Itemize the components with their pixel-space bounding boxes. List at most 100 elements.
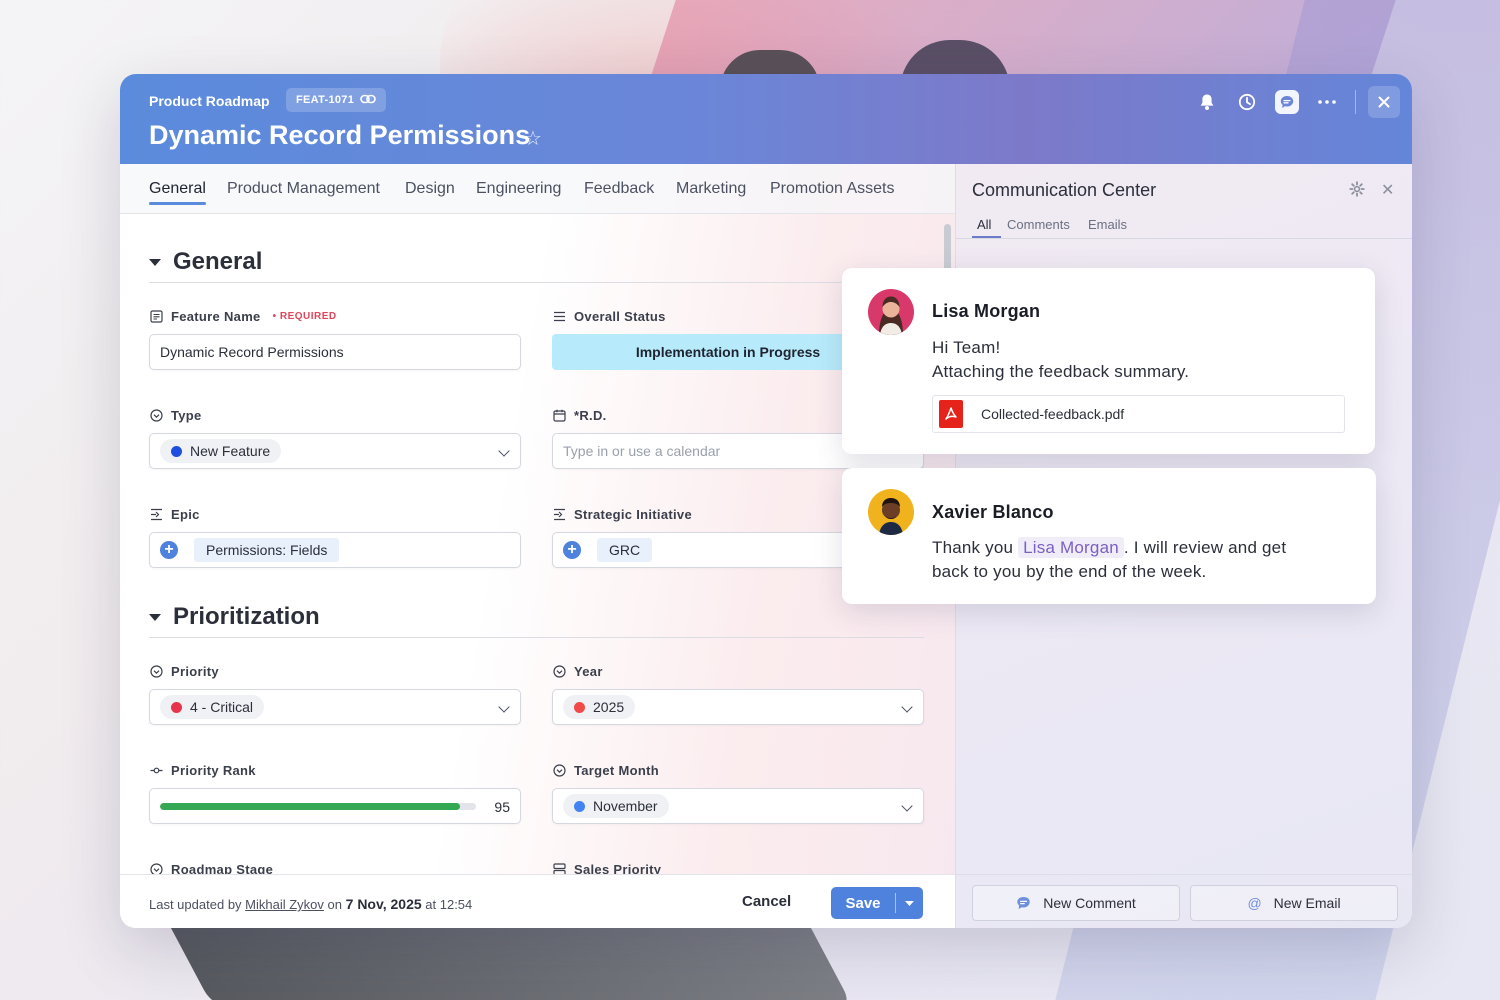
chevron-down-icon <box>498 701 510 713</box>
epic-tag[interactable]: Permissions: Fields <box>194 538 340 562</box>
history-icon[interactable] <box>1227 86 1267 118</box>
tab-product-management[interactable]: Product Management <box>227 180 380 198</box>
section-divider <box>149 637 924 638</box>
section-general-title: General <box>173 248 263 275</box>
message-text: Hi Team! Attaching the feedback summary. <box>932 338 1190 381</box>
bell-icon[interactable] <box>1187 86 1227 118</box>
record-key-badge[interactable]: FEAT-1071 <box>286 88 387 112</box>
initiative-tag[interactable]: GRC <box>597 538 653 562</box>
priority-rank-fill <box>160 803 461 810</box>
tab-marketing[interactable]: Marketing <box>676 180 746 198</box>
tab-emails[interactable]: Emails <box>1088 217 1127 232</box>
relation-icon <box>554 508 565 521</box>
more-icon[interactable] <box>1307 86 1347 118</box>
dropdown-field-icon <box>553 665 566 678</box>
communication-tabs: All Comments Emails <box>956 214 1412 239</box>
target-month-chip: November <box>563 794 669 818</box>
calendar-icon <box>553 409 566 422</box>
epic-field[interactable]: + Permissions: Fields <box>149 532 521 568</box>
attachment-filename: Collected-feedback.pdf <box>981 406 1125 422</box>
comment-icon <box>1017 897 1030 909</box>
text-field-icon <box>150 310 163 323</box>
tab-design[interactable]: Design <box>405 180 455 198</box>
tab-engineering[interactable]: Engineering <box>476 180 561 198</box>
dropdown-field-icon <box>150 409 163 422</box>
message-text: Thank you Lisa Morgan. I will review and… <box>932 537 1287 581</box>
list-icon <box>554 311 565 322</box>
year-color-dot <box>574 701 585 713</box>
attachment[interactable]: Collected-feedback.pdf <box>932 395 1345 433</box>
dropdown-field-icon <box>553 764 566 777</box>
avatar[interactable] <box>868 289 914 335</box>
priority-color-dot <box>171 701 182 713</box>
close-panel-icon[interactable]: ✕ <box>1381 180 1394 200</box>
priority-rank-field[interactable]: 95 <box>149 788 521 824</box>
record-tabs: General Product Management Design Engine… <box>120 164 955 214</box>
caret-down-icon <box>149 258 161 266</box>
priority-label: Priority <box>150 664 219 679</box>
add-initiative-icon[interactable]: + <box>563 541 581 559</box>
type-select[interactable]: New Feature <box>149 433 521 469</box>
breadcrumb[interactable]: Product Roadmap <box>149 93 270 109</box>
new-comment-button[interactable]: New Comment <box>972 885 1180 921</box>
tab-comments[interactable]: Comments <box>1007 217 1070 232</box>
priority-select[interactable]: 4 - Critical <box>149 689 521 725</box>
priority-rank-label: Priority Rank <box>150 763 256 778</box>
form-scrollbar[interactable] <box>944 224 951 274</box>
add-epic-icon[interactable]: + <box>160 541 178 559</box>
section-prioritization-header[interactable]: Prioritization <box>149 603 320 631</box>
section-prioritization-title: Prioritization <box>173 603 320 630</box>
year-label: Year <box>553 664 603 679</box>
target-month-select[interactable]: November <box>552 788 924 824</box>
epic-label: Epic <box>150 507 200 522</box>
year-chip: 2025 <box>563 695 636 719</box>
updated-date: 7 Nov, 2025 <box>345 896 422 912</box>
favorite-star-icon[interactable]: ☆ <box>524 126 542 151</box>
dropdown-field-icon <box>150 665 163 678</box>
rank-icon <box>150 767 163 774</box>
tab-all[interactable]: All <box>971 217 1003 238</box>
feature-name-label: Feature Name • REQUIRED <box>150 309 337 324</box>
chat-icon <box>1275 90 1299 114</box>
tab-promotion-assets[interactable]: Promotion Assets <box>770 180 895 198</box>
type-label: Type <box>150 408 202 423</box>
new-email-button[interactable]: @ New Email <box>1190 885 1398 921</box>
chat-toggle-button[interactable] <box>1267 86 1307 118</box>
close-window-button[interactable] <box>1368 86 1400 118</box>
relation-icon <box>151 508 162 521</box>
priority-rank-value: 95 <box>494 799 510 815</box>
form-footer: Last updated by Mikhail Zykov on 7 Nov, … <box>120 874 955 928</box>
section-divider <box>149 282 924 283</box>
rd-label: *R.D. <box>553 408 607 423</box>
avatar[interactable] <box>868 489 914 535</box>
priority-rank-slider[interactable] <box>160 803 476 810</box>
cancel-button[interactable]: Cancel <box>742 893 791 910</box>
communication-footer: New Comment @ New Email <box>956 874 1412 928</box>
updated-by-user-link[interactable]: Mikhail Zykov <box>245 897 324 912</box>
section-general-header[interactable]: General <box>149 248 262 276</box>
communication-center-title: Communication Center <box>972 180 1157 200</box>
header-actions <box>1187 86 1412 118</box>
message-card: Lisa Morgan Hi Team! Attaching the feedb… <box>842 268 1375 454</box>
record-form: General Product Management Design Engine… <box>120 164 955 928</box>
record-header: Product Roadmap FEAT-1071 Dynamic Record… <box>120 74 1412 164</box>
last-updated-text: Last updated by Mikhail Zykov on 7 Nov, … <box>149 896 473 912</box>
type-color-dot <box>171 445 182 457</box>
header-divider <box>1355 90 1356 114</box>
tab-feedback[interactable]: Feedback <box>584 180 654 198</box>
user-mention[interactable]: Lisa Morgan <box>1018 537 1124 558</box>
strategic-initiative-label: Strategic Initiative <box>553 507 692 522</box>
pdf-icon <box>939 400 963 428</box>
save-button[interactable]: Save <box>831 887 923 919</box>
gear-icon[interactable] <box>1349 181 1365 202</box>
record-key: FEAT-1071 <box>296 94 355 106</box>
chevron-down-icon <box>498 445 510 457</box>
overall-status-label: Overall Status <box>553 309 666 324</box>
tab-general[interactable]: General <box>149 180 206 205</box>
target-month-color-dot <box>574 800 585 812</box>
required-badge: • REQUIRED <box>272 311 337 322</box>
link-icon <box>360 94 376 107</box>
year-select[interactable]: 2025 <box>552 689 924 725</box>
feature-name-input[interactable]: Dynamic Record Permissions <box>149 334 521 370</box>
save-options-caret-icon[interactable] <box>896 900 923 906</box>
